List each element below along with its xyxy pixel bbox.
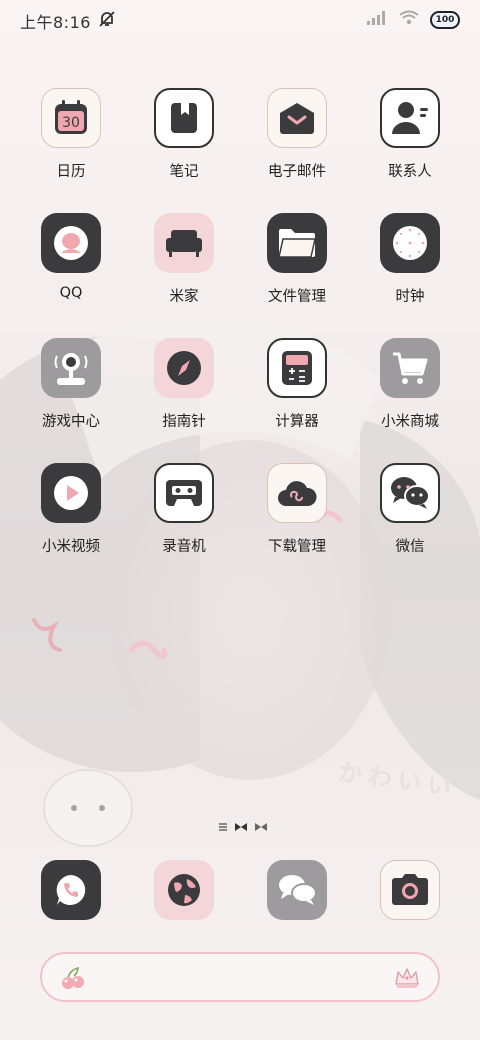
notebook-icon bbox=[171, 103, 197, 133]
app-download-manager[interactable]: 下载管理 bbox=[242, 463, 352, 573]
page-dot-bow-icon bbox=[254, 822, 268, 835]
app-label: 时钟 bbox=[395, 289, 425, 305]
app-file-manager[interactable]: 文件管理 bbox=[242, 213, 352, 323]
app-label: 计算器 bbox=[275, 414, 319, 430]
phone-icon bbox=[56, 875, 86, 905]
hello-kitty-sticker bbox=[43, 769, 133, 847]
folder-icon bbox=[278, 229, 316, 258]
app-label: QQ bbox=[59, 285, 83, 301]
app-label: 小米商城 bbox=[381, 414, 439, 430]
cloud-icon bbox=[278, 481, 317, 506]
app-label: 日历 bbox=[56, 164, 86, 180]
dock-browser[interactable] bbox=[129, 860, 239, 922]
sofa-icon bbox=[166, 230, 202, 257]
app-label: 下载管理 bbox=[268, 539, 326, 555]
page-indicator[interactable] bbox=[218, 822, 268, 835]
contacts-icon bbox=[392, 102, 428, 134]
app-game-center[interactable]: 游戏中心 bbox=[16, 338, 126, 448]
app-mijia[interactable]: 米家 bbox=[129, 213, 239, 323]
app-label: 联系人 bbox=[388, 164, 432, 180]
app-recorder[interactable]: 录音机 bbox=[129, 463, 239, 573]
app-label: 游戏中心 bbox=[42, 414, 100, 430]
search-bar[interactable] bbox=[40, 952, 440, 1002]
app-label: 微信 bbox=[395, 539, 425, 555]
app-label: 米家 bbox=[169, 289, 199, 305]
app-calculator[interactable]: 计算器 bbox=[242, 338, 352, 448]
mail-icon bbox=[280, 103, 314, 134]
page-list-icon bbox=[218, 822, 228, 835]
globe-icon bbox=[168, 874, 200, 906]
app-email[interactable]: 电子邮件 bbox=[242, 88, 352, 198]
status-bar: 上午8:16 100 bbox=[0, 0, 480, 42]
app-label: 录音机 bbox=[162, 539, 206, 555]
app-calendar[interactable]: 30 日历 bbox=[16, 88, 126, 198]
cherry-icon bbox=[60, 966, 86, 994]
clock-icon bbox=[393, 226, 427, 260]
messages-icon bbox=[279, 875, 317, 905]
dock-phone[interactable] bbox=[16, 860, 126, 922]
page-dot-bow-icon bbox=[234, 822, 248, 835]
cassette-icon bbox=[166, 480, 202, 506]
dock-camera[interactable] bbox=[355, 860, 465, 922]
app-compass[interactable]: 指南针 bbox=[129, 338, 239, 448]
play-icon bbox=[54, 476, 88, 510]
joystick-icon bbox=[54, 353, 88, 385]
dock-messages[interactable] bbox=[242, 860, 352, 922]
signal-icon bbox=[366, 10, 388, 30]
app-clock[interactable]: 时钟 bbox=[355, 213, 465, 323]
app-label: 指南针 bbox=[162, 414, 206, 430]
app-mi-store[interactable]: 小米商城 bbox=[355, 338, 465, 448]
app-label: 小米视频 bbox=[42, 539, 100, 555]
calculator-icon bbox=[282, 351, 312, 385]
app-contacts[interactable]: 联系人 bbox=[355, 88, 465, 198]
app-wechat[interactable]: 微信 bbox=[355, 463, 465, 573]
app-label: 文件管理 bbox=[268, 289, 326, 305]
dock bbox=[0, 860, 480, 922]
app-label: 电子邮件 bbox=[268, 164, 326, 180]
app-notes[interactable]: 笔记 bbox=[129, 88, 239, 198]
qq-icon bbox=[54, 226, 88, 260]
app-label: 笔记 bbox=[169, 164, 199, 180]
calendar-day: 30 bbox=[62, 115, 80, 131]
compass-icon bbox=[167, 351, 201, 385]
app-qq[interactable]: QQ bbox=[16, 213, 126, 323]
wifi-icon bbox=[398, 10, 420, 30]
cart-icon bbox=[393, 352, 428, 384]
alarm-off-icon bbox=[97, 9, 117, 33]
camera-icon bbox=[392, 874, 428, 905]
crown-icon[interactable] bbox=[394, 966, 420, 994]
battery-indicator: 100 bbox=[430, 11, 460, 29]
status-time: 上午8:16 bbox=[20, 13, 91, 32]
chat-bubbles-icon bbox=[391, 477, 430, 509]
app-mi-video[interactable]: 小米视频 bbox=[16, 463, 126, 573]
